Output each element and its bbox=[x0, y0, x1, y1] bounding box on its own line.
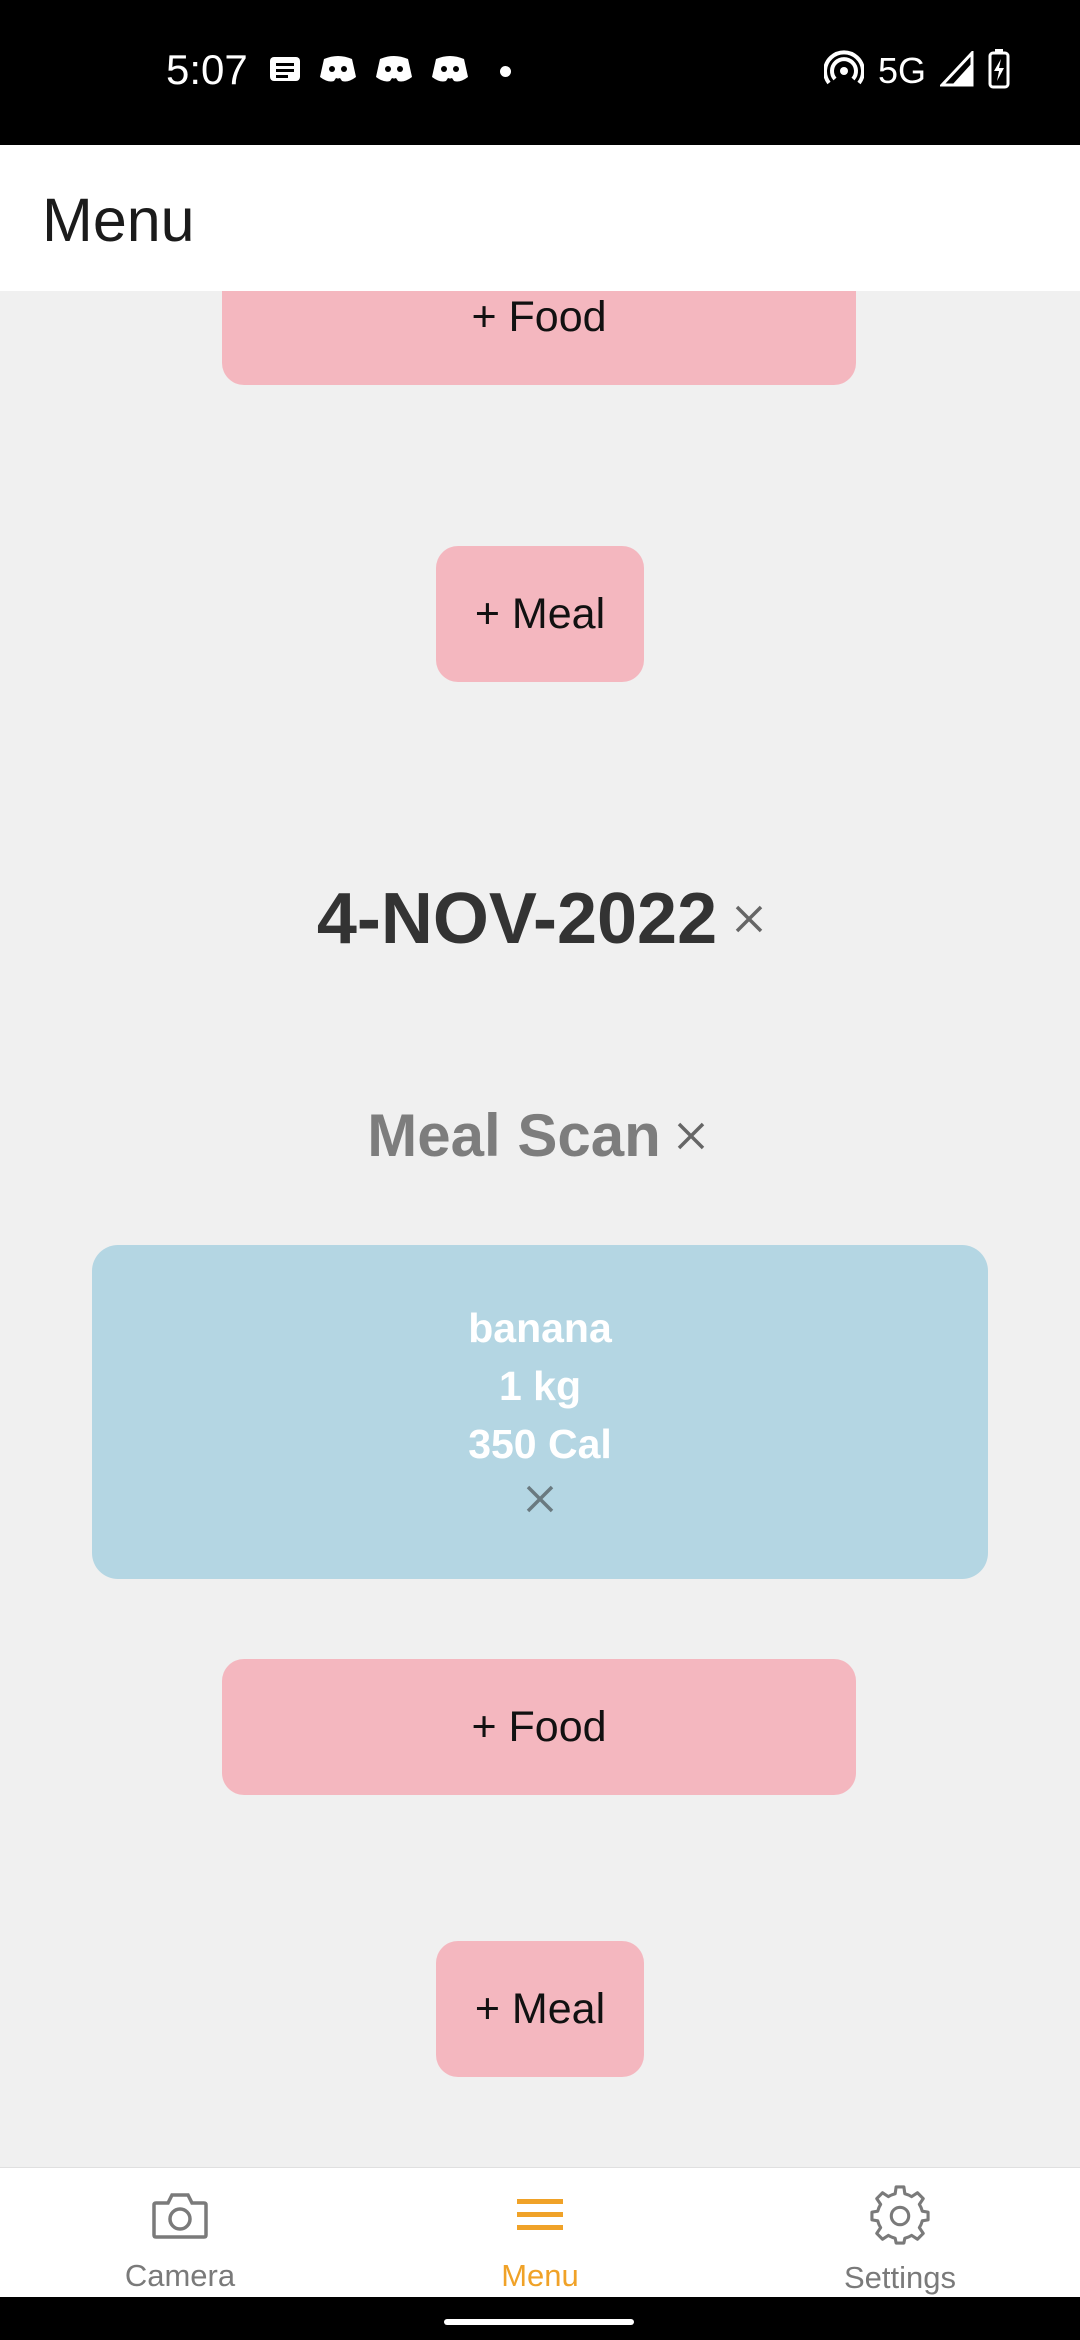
page-title: Menu bbox=[42, 186, 195, 254]
add-meal-button[interactable]: + Meal bbox=[436, 1941, 644, 2077]
status-time: 5:07 bbox=[166, 46, 248, 93]
date-title: 4-NOV-2022 bbox=[316, 879, 718, 959]
discord-icon bbox=[430, 53, 470, 90]
food-quantity: 1 kg bbox=[498, 1363, 582, 1409]
nav-menu-label: Menu bbox=[501, 2258, 579, 2293]
discord-icon bbox=[318, 53, 358, 90]
discord-icon bbox=[374, 53, 414, 90]
battery-charging-icon bbox=[988, 48, 1010, 94]
bottom-navigation: Camera Menu Settings bbox=[0, 2167, 1080, 2298]
menu-icon bbox=[510, 2186, 570, 2244]
delete-food-button[interactable] bbox=[518, 1477, 562, 1521]
meal-title: Meal Scan bbox=[367, 1102, 661, 1169]
add-food-button-top[interactable]: + Food bbox=[222, 291, 856, 385]
gesture-bar bbox=[0, 2297, 1080, 2340]
nav-settings-label: Settings bbox=[843, 2260, 956, 2295]
food-card[interactable]: banana 1 kg 350 Cal bbox=[92, 1245, 988, 1579]
network-type: 5G bbox=[877, 50, 926, 91]
menu-content[interactable]: + Food + Meal 4-NOV-2022 Meal Scan banan… bbox=[0, 291, 1080, 2167]
dot-icon bbox=[500, 65, 511, 77]
meal-row: Meal Scan bbox=[0, 1091, 1080, 1181]
close-icon bbox=[677, 1122, 704, 1150]
nav-menu[interactable]: Menu bbox=[420, 2186, 660, 2296]
delete-date-button[interactable] bbox=[727, 897, 771, 941]
add-food-button[interactable]: + Food bbox=[222, 1659, 856, 1795]
gear-icon bbox=[870, 2185, 930, 2246]
delete-meal-button[interactable] bbox=[669, 1114, 713, 1158]
signal-icon bbox=[938, 48, 974, 92]
status-bar: 5:07 5G bbox=[0, 0, 1080, 145]
notification-icons bbox=[268, 50, 511, 92]
date-row: 4-NOV-2022 bbox=[0, 869, 1080, 969]
add-meal-button-top[interactable]: + Meal bbox=[436, 546, 644, 682]
nav-camera-label: Camera bbox=[124, 2258, 236, 2293]
message-icon bbox=[268, 53, 302, 90]
food-calories: 350 Cal bbox=[468, 1421, 612, 1467]
nav-settings[interactable]: Settings bbox=[780, 2185, 1020, 2296]
close-icon bbox=[735, 905, 763, 933]
camera-icon bbox=[150, 2186, 210, 2244]
system-icons: 5G bbox=[823, 48, 1010, 94]
nav-camera[interactable]: Camera bbox=[60, 2186, 300, 2296]
hotspot-icon bbox=[823, 49, 865, 94]
food-name: banana bbox=[468, 1305, 612, 1351]
home-handle[interactable] bbox=[444, 2319, 634, 2325]
close-icon bbox=[526, 1485, 554, 1513]
app-header: Menu bbox=[0, 145, 1080, 291]
